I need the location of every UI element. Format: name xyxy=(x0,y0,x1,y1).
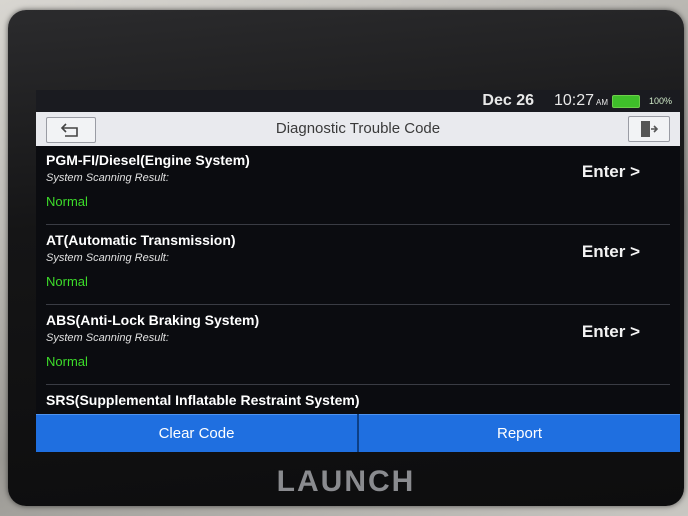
title-bar: Diagnostic Trouble Code xyxy=(36,112,680,146)
divider xyxy=(46,384,670,385)
system-subtitle: System Scanning Result: xyxy=(46,172,169,184)
status-clock: 10:27 xyxy=(553,92,594,109)
system-name: AT(Automatic Transmission) xyxy=(46,232,236,248)
action-bar: Clear Code Report xyxy=(36,414,680,452)
system-name: SRS(Supplemental Inflatable Restraint Sy… xyxy=(46,392,360,408)
status-ampm: AM xyxy=(596,98,608,107)
system-status: Normal xyxy=(46,274,88,289)
system-subtitle: System Scanning Result: xyxy=(46,332,169,344)
list-item[interactable]: AT(Automatic Transmission) System Scanni… xyxy=(36,228,680,308)
report-button[interactable]: Report xyxy=(359,414,680,452)
system-name: ABS(Anti-Lock Braking System) xyxy=(46,312,260,328)
exit-button[interactable] xyxy=(628,116,670,142)
list-item[interactable]: PGM-FI/Diesel(Engine System) System Scan… xyxy=(36,148,680,228)
system-subtitle: System Scanning Result: xyxy=(46,252,169,264)
divider xyxy=(46,224,670,225)
brand-logo: LAUNCH xyxy=(276,465,416,498)
battery-percent: 100% xyxy=(648,96,672,106)
screen: Dec 26 10:27 AM 100% Diagnostic Trouble C… xyxy=(36,90,680,452)
clear-code-button[interactable]: Clear Code xyxy=(36,414,357,452)
status-date: Dec 26 xyxy=(482,92,534,109)
enter-button[interactable]: Enter > xyxy=(582,242,640,262)
enter-button[interactable]: Enter > xyxy=(582,322,640,342)
system-status: Normal xyxy=(46,194,88,209)
exit-icon xyxy=(641,121,659,137)
system-name: PGM-FI/Diesel(Engine System) xyxy=(46,152,250,168)
battery-icon xyxy=(612,95,640,108)
system-list: PGM-FI/Diesel(Engine System) System Scan… xyxy=(36,148,680,420)
status-time: 10:27 AM xyxy=(554,92,608,110)
status-bar: Dec 26 10:27 AM 100% xyxy=(36,90,680,112)
device-frame: Dec 26 10:27 AM 100% Diagnostic Trouble C… xyxy=(8,10,684,506)
system-status: Normal xyxy=(46,354,88,369)
page-title: Diagnostic Trouble Code xyxy=(275,120,441,137)
list-item[interactable]: ABS(Anti-Lock Braking System) System Sca… xyxy=(36,308,680,388)
divider xyxy=(46,304,670,305)
enter-button[interactable]: Enter > xyxy=(582,162,640,182)
